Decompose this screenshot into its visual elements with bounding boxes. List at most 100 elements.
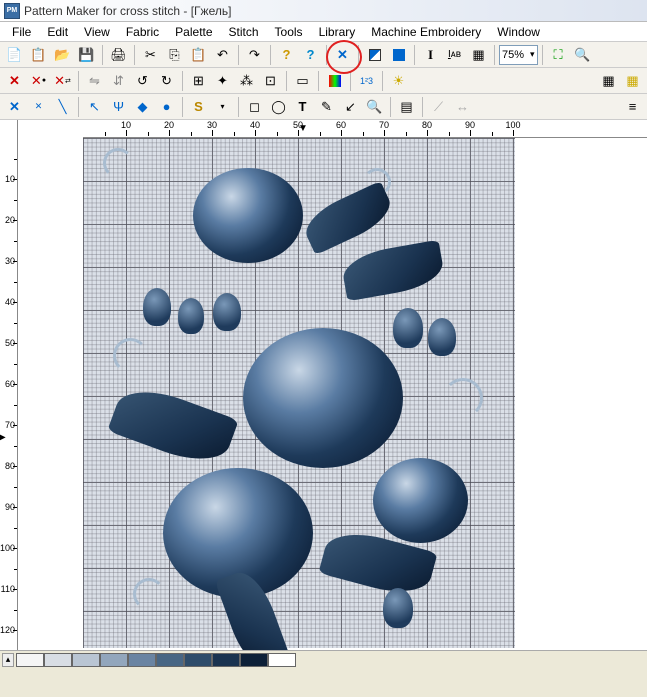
flip-v-icon[interactable]: ⇵ bbox=[107, 70, 130, 92]
highlight-icon[interactable]: ☀ bbox=[387, 70, 410, 92]
menu-edit[interactable]: Edit bbox=[39, 23, 76, 41]
palette-swatch[interactable] bbox=[268, 653, 296, 667]
open-icon[interactable]: 📂 bbox=[51, 44, 74, 66]
help-icon[interactable]: ? bbox=[275, 44, 298, 66]
hruler-label: 50 bbox=[293, 120, 303, 130]
cut-icon[interactable]: ✂ bbox=[139, 44, 162, 66]
about-icon[interactable]: ? bbox=[299, 44, 322, 66]
vruler-label: 90 bbox=[5, 502, 15, 512]
window-title: Pattern Maker for cross stitch - [Гжель] bbox=[24, 4, 231, 18]
measure-icon[interactable]: ↔ bbox=[451, 96, 474, 118]
x-stitch-icon[interactable]: ✕ bbox=[3, 96, 26, 118]
hruler-label: 30 bbox=[207, 120, 217, 130]
grid-display-icon[interactable]: ▦ bbox=[467, 44, 490, 66]
zoom-fit-icon[interactable]: ⛶ bbox=[547, 44, 570, 66]
grid-snap-icon[interactable]: ▦ bbox=[621, 70, 644, 92]
thread-icon[interactable]: ≡ bbox=[621, 96, 644, 118]
erase-color-icon[interactable]: ✕● bbox=[27, 70, 50, 92]
pattern-grid[interactable] bbox=[83, 138, 515, 648]
palette-swatch[interactable] bbox=[184, 653, 212, 667]
menu-window[interactable]: Window bbox=[489, 23, 548, 41]
palette-swatch[interactable] bbox=[100, 653, 128, 667]
palette-swatch[interactable] bbox=[240, 653, 268, 667]
text-underline-icon[interactable]: Iᴀʙ bbox=[443, 44, 466, 66]
menu-fabric[interactable]: Fabric bbox=[118, 23, 167, 41]
delete-stitch-icon[interactable]: ✕ bbox=[3, 70, 26, 92]
numbers-icon[interactable]: 1²3 bbox=[355, 70, 378, 92]
palette-scroll-left[interactable]: ▴ bbox=[2, 653, 14, 667]
grid-toggle-icon[interactable]: ▦ bbox=[597, 70, 620, 92]
vruler-label: 30 bbox=[5, 256, 15, 266]
snap-icon[interactable]: ⊡ bbox=[259, 70, 282, 92]
menu-view[interactable]: View bbox=[76, 23, 118, 41]
toolbar-stitch: ✕ ✕ ╲ ↖ Ψ ◆ ● S ▾ ◻ ◯ T ✎ ↙ 🔍 ▤ ⟋ ↔ ≡ bbox=[0, 94, 647, 120]
hruler-label: 40 bbox=[250, 120, 260, 130]
magnify-icon[interactable]: 🔍 bbox=[363, 96, 386, 118]
select-rect-icon[interactable]: ▭ bbox=[291, 70, 314, 92]
palette-swatch[interactable] bbox=[128, 653, 156, 667]
knot-icon[interactable]: ◆ bbox=[131, 96, 154, 118]
flip-h-icon[interactable]: ⇋ bbox=[83, 70, 106, 92]
menu-tools[interactable]: Tools bbox=[267, 23, 311, 41]
pen-icon[interactable]: ✎ bbox=[315, 96, 338, 118]
copy-icon[interactable]: ⎘ bbox=[163, 44, 186, 66]
app-icon: PM bbox=[4, 3, 20, 19]
back-stitch-icon[interactable]: I bbox=[419, 44, 442, 66]
palette-swatch[interactable] bbox=[72, 653, 100, 667]
rotate-cw-icon[interactable]: ↻ bbox=[155, 70, 178, 92]
sel-rect-icon[interactable]: ◻ bbox=[243, 96, 266, 118]
bead-icon[interactable]: ● bbox=[155, 96, 178, 118]
back-line-icon[interactable]: ╲ bbox=[51, 96, 74, 118]
zoom-select[interactable]: 75% bbox=[499, 45, 538, 65]
vruler-label: 110 bbox=[1, 584, 15, 594]
hruler-label: 80 bbox=[422, 120, 432, 130]
palette-swatch[interactable] bbox=[44, 653, 72, 667]
vruler-label: 40 bbox=[5, 297, 15, 307]
sel-ellipse-icon[interactable]: ◯ bbox=[267, 96, 290, 118]
palette-swatch[interactable] bbox=[16, 653, 44, 667]
half-stitch-icon[interactable] bbox=[363, 44, 386, 66]
titlebar: PM Pattern Maker for cross stitch - [Гже… bbox=[0, 0, 647, 22]
ruler-icon[interactable]: ⟋ bbox=[427, 96, 450, 118]
menu-file[interactable]: File bbox=[4, 23, 39, 41]
menu-stitch[interactable]: Stitch bbox=[221, 23, 267, 41]
align-icon[interactable]: ⊞ bbox=[187, 70, 210, 92]
swap-color-icon[interactable]: ✕⇄ bbox=[51, 70, 74, 92]
quarter-stitch-icon[interactable] bbox=[387, 44, 410, 66]
distribute-icon[interactable]: ⁂ bbox=[235, 70, 258, 92]
vruler-label: 80 bbox=[5, 461, 15, 471]
palette-swatch[interactable] bbox=[212, 653, 240, 667]
hruler-label: 100 bbox=[505, 120, 520, 130]
zoom-tool-icon[interactable]: 🔍 bbox=[571, 44, 594, 66]
new-icon[interactable]: 📄 bbox=[3, 44, 26, 66]
menu-palette[interactable]: Palette bbox=[167, 23, 220, 41]
rotate-ccw-icon[interactable]: ↺ bbox=[131, 70, 154, 92]
picker-icon[interactable]: ↙ bbox=[339, 96, 362, 118]
vertical-ruler: ▶ 102030405060708090100110120 bbox=[0, 120, 18, 650]
save-icon[interactable]: 💾 bbox=[75, 44, 98, 66]
petite-x-icon[interactable]: ✕ bbox=[27, 96, 50, 118]
paste-icon[interactable]: 📋 bbox=[187, 44, 210, 66]
arrow-ne-icon[interactable]: Ψ bbox=[107, 96, 130, 118]
center-icon[interactable]: ✦ bbox=[211, 70, 234, 92]
horizontal-ruler: ▼ 102030405060708090100 bbox=[83, 120, 647, 138]
color-picker-icon[interactable] bbox=[323, 70, 346, 92]
menu-library[interactable]: Library bbox=[311, 23, 364, 41]
full-stitch-icon[interactable]: ✕ bbox=[331, 44, 354, 66]
text-t-icon[interactable]: T bbox=[291, 96, 314, 118]
paste-special-icon[interactable]: 📋 bbox=[27, 44, 50, 66]
special-s-icon[interactable]: S bbox=[187, 96, 210, 118]
dropdown-icon[interactable]: ▾ bbox=[211, 96, 234, 118]
library-icon[interactable]: ▤ bbox=[395, 96, 418, 118]
hruler-label: 70 bbox=[379, 120, 389, 130]
arrow-nw-icon[interactable]: ↖ bbox=[83, 96, 106, 118]
canvas[interactable] bbox=[18, 138, 647, 650]
hruler-label: 20 bbox=[164, 120, 174, 130]
palette-swatch[interactable] bbox=[156, 653, 184, 667]
redo-icon[interactable]: ↷ bbox=[243, 44, 266, 66]
undo-icon[interactable]: ↶ bbox=[211, 44, 234, 66]
vruler-label: 50 bbox=[5, 338, 15, 348]
menu-machine-embroidery[interactable]: Machine Embroidery bbox=[363, 23, 489, 41]
print-icon[interactable]: 🖨 bbox=[107, 44, 130, 66]
v-cursor-marker: ▶ bbox=[0, 432, 6, 443]
